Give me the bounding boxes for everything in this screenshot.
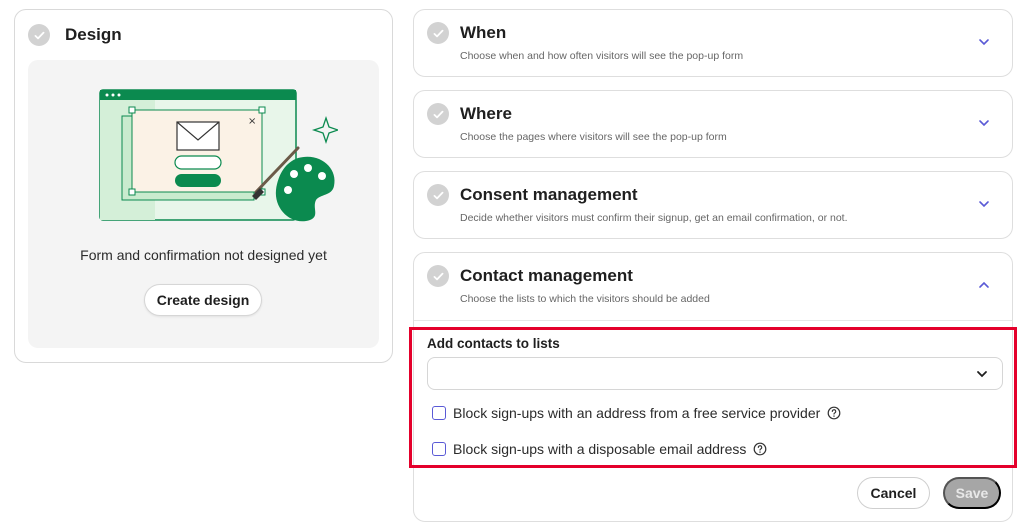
check-circle-icon	[427, 184, 449, 206]
chevron-down-icon[interactable]	[978, 198, 990, 210]
check-circle-icon	[427, 22, 449, 44]
section-where[interactable]: Where Choose the pages where visitors wi…	[413, 90, 1013, 158]
check-circle-icon	[427, 265, 449, 287]
section-title: Consent management	[460, 185, 638, 204]
check-circle-icon	[28, 24, 50, 46]
chevron-down-icon[interactable]	[978, 117, 990, 129]
design-card: Design × Form and confirmation not desig…	[14, 9, 393, 363]
design-status-message: Form and confirmation not designed yet	[80, 247, 327, 263]
design-title: Design	[65, 25, 122, 44]
save-button[interactable]: Save	[943, 477, 1001, 509]
chevron-down-icon[interactable]	[978, 36, 990, 48]
section-consent-management[interactable]: Consent management Decide whether visito…	[413, 171, 1013, 239]
form-design-illustration-icon: ×	[99, 89, 338, 222]
section-title: Where	[460, 104, 512, 123]
section-description: Choose the lists to which the visitors s…	[460, 293, 710, 305]
check-circle-icon	[427, 103, 449, 125]
section-divider	[414, 320, 1012, 321]
svg-text:×: ×	[248, 116, 256, 127]
create-design-button[interactable]: Create design	[144, 284, 262, 316]
section-description: Decide whether visitors must confirm the…	[460, 212, 848, 224]
section-description: Choose when and how often visitors will …	[460, 50, 744, 62]
cancel-button[interactable]: Cancel	[857, 477, 930, 509]
section-title: Contact management	[460, 266, 633, 285]
section-description: Choose the pages where visitors will see…	[460, 131, 727, 143]
section-when[interactable]: When Choose when and how often visitors …	[413, 9, 1013, 77]
design-preview-area: × Form and confirmation not designed yet…	[28, 60, 379, 348]
section-title: When	[460, 23, 507, 42]
chevron-up-icon[interactable]	[978, 279, 990, 291]
highlight-box	[409, 327, 1017, 468]
